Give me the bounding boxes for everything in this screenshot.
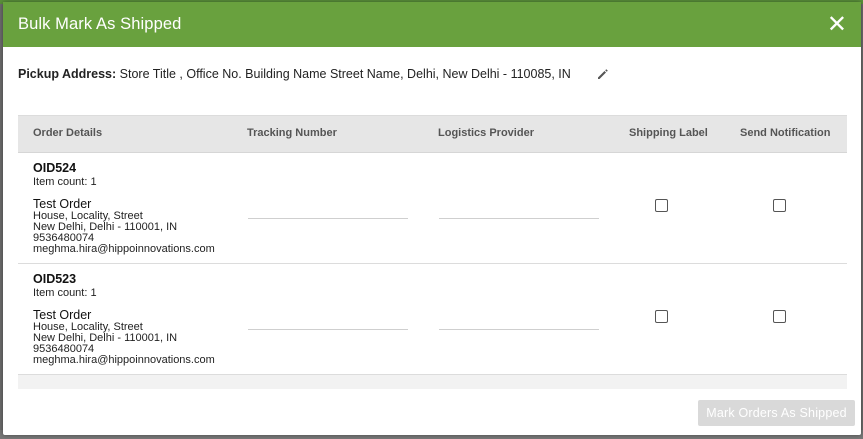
- header-order-details: Order Details: [33, 127, 103, 139]
- order-details: OID523 Item count: 1 Test Order House, L…: [33, 272, 215, 366]
- table-row: OID524 Item count: 1 Test Order House, L…: [18, 153, 847, 264]
- shipping-label-checkbox[interactable]: [655, 199, 668, 212]
- modal-title: Bulk Mark As Shipped: [18, 15, 182, 33]
- send-notification-checkbox[interactable]: [773, 199, 786, 212]
- customer-email: meghma.hira@hippoinnovations.com: [33, 354, 215, 366]
- logistics-provider-input[interactable]: [439, 198, 599, 219]
- header-tracking-number: Tracking Number: [247, 127, 337, 139]
- customer-name: Test Order: [33, 197, 92, 211]
- item-count: Item count: 1: [33, 176, 97, 188]
- pickup-address-label: Pickup Address:: [18, 67, 117, 81]
- pickup-address-value: Store Title , Office No. Building Name S…: [119, 67, 571, 81]
- table-footer-strip: [18, 375, 847, 389]
- bulk-ship-modal: Bulk Mark As Shipped ✕ Pickup Address: S…: [3, 2, 861, 435]
- modal-header: Bulk Mark As Shipped ✕: [3, 2, 861, 47]
- table-row: OID523 Item count: 1 Test Order House, L…: [18, 264, 847, 375]
- customer-name: Test Order: [33, 308, 92, 322]
- table-header: Order Details Tracking Number Logistics …: [18, 115, 847, 153]
- shipping-label-checkbox[interactable]: [655, 310, 668, 323]
- pickup-address: Pickup Address: Store Title , Office No.…: [18, 67, 571, 81]
- customer-email: meghma.hira@hippoinnovations.com: [33, 243, 215, 255]
- mark-orders-shipped-button[interactable]: Mark Orders As Shipped: [698, 400, 855, 426]
- order-id: OID524: [33, 161, 77, 175]
- header-shipping-label: Shipping Label: [629, 127, 708, 139]
- order-details: OID524 Item count: 1 Test Order House, L…: [33, 161, 215, 255]
- pencil-icon[interactable]: [597, 68, 609, 80]
- item-count: Item count: 1: [33, 287, 97, 299]
- close-icon[interactable]: ✕: [827, 12, 847, 37]
- send-notification-checkbox[interactable]: [773, 310, 786, 323]
- logistics-provider-input[interactable]: [439, 309, 599, 330]
- header-logistics-provider: Logistics Provider: [438, 127, 534, 139]
- header-send-notification: Send Notification: [740, 127, 831, 139]
- tracking-number-input[interactable]: [248, 198, 408, 219]
- order-id: OID523: [33, 272, 77, 286]
- tracking-number-input[interactable]: [248, 309, 408, 330]
- orders-table: Order Details Tracking Number Logistics …: [18, 115, 847, 375]
